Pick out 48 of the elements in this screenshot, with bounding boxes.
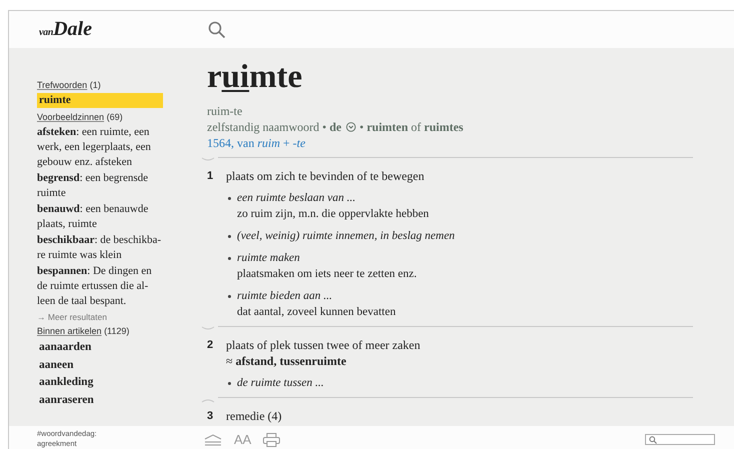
result-item[interactable]: ruimte: [37, 93, 163, 108]
example-meaning: plaatsmaken om iets neer te zetten enz.: [237, 267, 417, 282]
bullet-icon: [228, 295, 231, 298]
result-count: (69): [106, 112, 123, 122]
collapse-toggle-icon[interactable]: [201, 397, 215, 403]
result-item[interactable]: aankleding: [37, 374, 163, 392]
bullet-icon: [228, 382, 231, 385]
collapse-toggle-icon[interactable]: [201, 157, 215, 163]
example-phrase: een ruimte beslaan van ...: [237, 191, 356, 206]
definition: plaats om zich te bevinden of te bewegen: [226, 168, 426, 184]
example-phrase: de ruimte tussen ...: [237, 376, 324, 391]
search-icon: [649, 436, 657, 444]
syllables: ruim-te: [207, 103, 244, 119]
example-sentence[interactable]: bespannen: De dingen en de ruimte ertussen die al-leen de taal bespant.: [37, 264, 163, 309]
example-meaning: dat aantal, zoveel kunnen bevatten: [237, 305, 396, 320]
more-results-link[interactable]: → Meer resultaten: [37, 312, 163, 322]
bullet-icon: [228, 197, 231, 200]
result-item[interactable]: aanraseren: [37, 392, 163, 409]
sense-number: 2: [207, 338, 214, 353]
collapse-toggle-icon[interactable]: [201, 326, 215, 332]
logo[interactable]: vanDale: [39, 18, 209, 41]
section-link[interactable]: Voorbeeldzinnen: [37, 112, 104, 122]
definition: remedie (4): [226, 408, 282, 424]
example-phrase: (veel, weinig) ruimte innemen, in beslag nemen: [237, 229, 455, 244]
section-link[interactable]: Trefwoorden: [37, 80, 88, 90]
example-meaning: zo ruim zijn, m.n. die oppervlakte hebben: [237, 207, 429, 222]
collapse-all-icon[interactable]: [204, 434, 222, 446]
chevron-circle-icon[interactable]: [346, 122, 356, 132]
sense-number: 1: [207, 169, 214, 184]
synonyms: ≈ afstand, tussenruimte: [226, 353, 348, 369]
print-icon[interactable]: [263, 432, 280, 446]
definition: plaats of plek tussen twee of meer zaken: [226, 337, 420, 353]
example-phrase: ruimte bieden aan ...: [237, 289, 334, 304]
result-item[interactable]: aaneen: [37, 356, 163, 374]
bullet-icon: [228, 257, 231, 260]
search-field[interactable]: [645, 434, 715, 445]
etymology: 1564, van ruim + -te: [207, 135, 306, 151]
result-item[interactable]: aanaarden: [37, 339, 163, 356]
result-count: (1): [90, 80, 101, 90]
example-phrase: ruimte maken: [237, 251, 301, 266]
bullet-icon: [228, 235, 231, 238]
sense-number: 3: [207, 409, 214, 424]
search-icon[interactable]: [208, 20, 226, 38]
word-class: zelfstandig naamwoord • de: [207, 119, 342, 135]
headword: ruimte: [207, 58, 304, 97]
result-count: (1129): [104, 326, 130, 336]
plural-forms: • ruimten of ruimtes: [360, 119, 464, 135]
section-link[interactable]: Binnen artikelen: [37, 326, 102, 336]
